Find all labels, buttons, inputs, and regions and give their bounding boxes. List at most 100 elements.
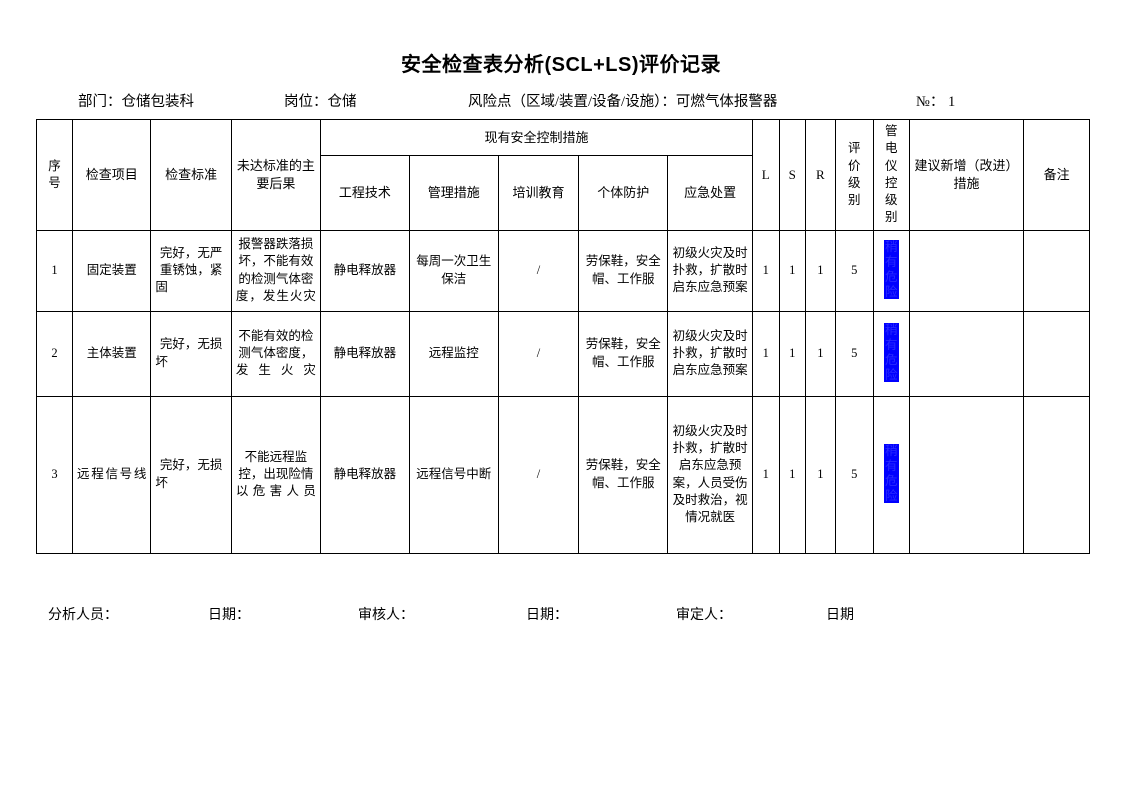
header-eval-grade-char2: 价 — [847, 158, 861, 173]
header-eval-grade: 评 价 级 别 — [834, 119, 874, 231]
cell-eval-grade: 5 — [834, 229, 874, 312]
cell-engineering: 静电释放器 — [319, 310, 410, 397]
header-control-grade-char4: 控 — [885, 175, 898, 190]
header-control-measures-group: 现有安全控制措施 — [319, 119, 754, 156]
cell-training: / — [497, 310, 580, 397]
status-badge-char1: 稍 — [885, 240, 898, 255]
cell-check-standard: 完好，无严重锈蚀，紧固 — [150, 229, 232, 312]
header-consequence: 未达标准的主要后果 — [230, 119, 321, 231]
cell-emergency: 初级火灾及时扑救，扩散时启东应急预案 — [667, 229, 754, 312]
cell-eval-grade: 5 — [834, 395, 874, 554]
status-badge-char2: 有 — [885, 255, 898, 269]
cell-consequence: 报警器跌落损坏，不能有效的检测气体密度，发生火灾 — [230, 229, 321, 312]
header-eval-grade-char3: 级 — [847, 175, 861, 190]
status-badge-char3: 危 — [885, 269, 898, 284]
cell-control-grade: 稍 有 危 险 — [872, 310, 910, 397]
cell-training: / — [497, 395, 580, 554]
cell-engineering: 静电释放器 — [319, 229, 410, 312]
header-no-char1: 序 — [48, 158, 61, 173]
header-remark: 备注 — [1023, 119, 1090, 231]
record-number-label: №： 1 — [916, 94, 956, 110]
status-badge-char3: 危 — [885, 473, 898, 488]
header-control-grade: 管 电 仪 控 级 别 — [872, 119, 910, 231]
cell-s: 1 — [778, 229, 806, 312]
cell-remark — [1023, 310, 1090, 397]
cell-consequence: 不能远程监控，出现险情以危害人员 — [230, 395, 321, 554]
header-ppe: 个体防护 — [578, 155, 669, 231]
status-badge-char1: 稍 — [885, 444, 898, 459]
header-s: S — [778, 119, 806, 231]
approver-label: 审定人： — [676, 608, 732, 623]
cell-check-standard: 完好，无损坏 — [150, 310, 232, 397]
status-badge-char4: 险 — [885, 488, 898, 503]
scl-analysis-table: 序 号 检查项目 检查标准 未达标准的主要后果 现有安全控制措施 L S R 评… — [35, 119, 1090, 554]
cell-management: 远程信号中断 — [408, 395, 499, 554]
cell-l: 1 — [752, 310, 780, 397]
cell-control-grade: 稍 有 危 险 — [872, 395, 910, 554]
status-badge: 稍 有 危 险 — [884, 444, 899, 504]
reviewer-label: 审核人： — [358, 608, 414, 623]
cell-ppe: 劳保鞋，安全帽、工作服 — [578, 395, 669, 554]
department-label: 部门：仓储包装科 — [78, 94, 194, 110]
cell-check-standard: 完好，无损坏 — [150, 395, 232, 554]
header-control-grade-char6: 别 — [885, 210, 898, 225]
cell-eval-grade: 5 — [834, 310, 874, 397]
header-eval-grade-char1: 评 — [847, 141, 861, 156]
risk-point-label: 风险点（区域/装置/设备/设施）：可燃气体报警器 — [468, 94, 778, 110]
table-row: 3 远程信号线 完好，无损坏 不能远程监控，出现险情以危害人员 静电释放器 远程… — [35, 395, 1090, 554]
header-control-grade-char3: 仪 — [885, 158, 898, 173]
analyst-date-label: 日期： — [208, 608, 250, 623]
cell-remark — [1023, 395, 1090, 554]
header-training: 培训教育 — [497, 155, 580, 231]
header-r: R — [804, 119, 836, 231]
status-badge: 稍 有 危 险 — [884, 240, 899, 300]
header-control-grade-char1: 管 — [885, 124, 898, 138]
signature-footer: 分析人员： 日期： 审核人： 日期： 审定人： 日期 — [36, 604, 1090, 626]
status-badge-char3: 危 — [885, 352, 898, 367]
cell-suggestion — [908, 310, 1025, 397]
cell-s: 1 — [778, 395, 806, 554]
header-control-grade-char2: 电 — [885, 141, 898, 156]
cell-r: 1 — [804, 310, 836, 397]
cell-ppe: 劳保鞋，安全帽、工作服 — [578, 310, 669, 397]
table-row: 1 固定装置 完好，无严重锈蚀，紧固 报警器跌落损坏，不能有效的检测气体密度，发… — [35, 229, 1090, 312]
cell-no: 3 — [35, 395, 74, 554]
cell-check-item: 固定装置 — [72, 229, 152, 312]
header-emergency: 应急处置 — [667, 155, 754, 231]
cell-ppe: 劳保鞋，安全帽、工作服 — [578, 229, 669, 312]
header-l: L — [752, 119, 780, 231]
header-control-grade-char5: 级 — [885, 193, 898, 207]
cell-emergency: 初级火灾及时扑救，扩散时启东应急预案 — [667, 310, 754, 397]
header-engineering: 工程技术 — [319, 155, 410, 231]
cell-no: 1 — [35, 229, 74, 312]
cell-remark — [1023, 229, 1090, 312]
table-row: 2 主体装置 完好，无损坏 不能有效的检测气体密度，发生火灾 静电释放器 远程监… — [35, 310, 1090, 397]
cell-consequence: 不能有效的检测气体密度，发生火灾 — [230, 310, 321, 397]
header-eval-grade-char4: 别 — [847, 193, 861, 207]
cell-check-item: 主体装置 — [72, 310, 152, 397]
cell-s: 1 — [778, 310, 806, 397]
header-no: 序 号 — [35, 119, 74, 231]
cell-r: 1 — [804, 395, 836, 554]
table-header-group-row: 序 号 检查项目 检查标准 未达标准的主要后果 现有安全控制措施 L S R 评… — [35, 119, 1090, 231]
cell-management: 远程监控 — [408, 310, 499, 397]
cell-management: 每周一次卫生保洁 — [408, 229, 499, 312]
cell-r: 1 — [804, 229, 836, 312]
status-badge: 稍 有 危 险 — [884, 323, 899, 383]
header-check-standard: 检查标准 — [150, 119, 232, 231]
analyst-label: 分析人员： — [48, 608, 118, 623]
header-no-char2: 号 — [48, 175, 61, 190]
header-check-item: 检查项目 — [72, 119, 152, 231]
status-badge-char4: 险 — [885, 284, 898, 299]
cell-control-grade: 稍 有 危 险 — [872, 229, 910, 312]
status-badge-char4: 险 — [885, 367, 898, 382]
reviewer-date-label: 日期： — [526, 608, 568, 623]
header-management: 管理措施 — [408, 155, 499, 231]
page-title: 安全检查表分析(SCL+LS)评价记录 — [400, 54, 722, 76]
cell-emergency: 初级火灾及时扑救，扩散时启东应急预案，人员受伤及时救治，视情况就医 — [667, 395, 754, 554]
status-badge-char1: 稍 — [885, 323, 898, 338]
cell-suggestion — [908, 229, 1025, 312]
cell-l: 1 — [752, 395, 780, 554]
document-page: 安全检查表分析(SCL+LS)评价记录 部门：仓储包装科 岗位：仓储 风险点（区… — [0, 0, 1122, 793]
post-label: 岗位：仓储 — [284, 94, 357, 110]
